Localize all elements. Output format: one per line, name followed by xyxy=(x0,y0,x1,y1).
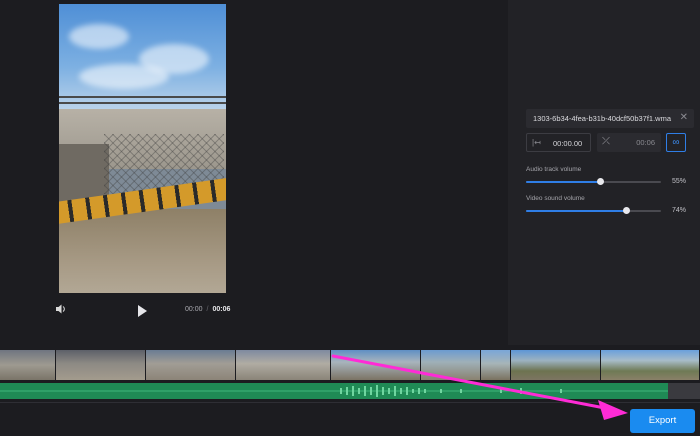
audio-volume-label: Audio track volume xyxy=(526,166,582,173)
end-time-field[interactable]: ⤫ 00:06 xyxy=(597,133,661,152)
video-volume-thumb[interactable] xyxy=(622,207,630,214)
start-time-field[interactable]: |↤ 00:00.00 xyxy=(526,133,591,152)
video-volume-value: 74% xyxy=(672,207,687,214)
audio-track-remainder xyxy=(668,383,700,399)
video-frame-thumb xyxy=(421,350,481,380)
video-track[interactable] xyxy=(0,350,700,380)
video-frame-thumb xyxy=(331,350,421,380)
audio-file-row: 1303-6b34-4fea-b31b-40dcf50b37f1.wma ✕ xyxy=(526,109,694,128)
playback-time: 00:00/00:06 xyxy=(185,306,230,313)
timeline xyxy=(0,345,700,436)
video-frame-thumb xyxy=(511,350,601,380)
speaker-icon[interactable] xyxy=(55,303,71,319)
current-time: 00:00 xyxy=(185,306,203,313)
audio-settings-panel: 1303-6b34-4fea-b31b-40dcf50b37f1.wma ✕ |… xyxy=(508,0,700,345)
close-icon[interactable]: ✕ xyxy=(680,112,688,124)
video-frame-thumb xyxy=(56,350,146,380)
audio-volume-thumb[interactable] xyxy=(597,178,605,185)
video-frame-thumb xyxy=(236,350,331,380)
total-time: 00:06 xyxy=(212,306,231,313)
video-frame-thumb xyxy=(601,350,700,380)
audio-waveform xyxy=(0,385,668,397)
video-frame-thumb xyxy=(481,350,511,380)
video-volume-label: Video sound volume xyxy=(526,195,585,202)
video-editor-app: 00:00/00:06 1303-6b34-4fea-b31b-40dcf50b… xyxy=(0,0,700,436)
trim-row: |↤ 00:00.00 ⤫ 00:06 ∞ xyxy=(526,133,694,152)
audio-track[interactable] xyxy=(0,383,668,399)
export-button[interactable]: Export xyxy=(630,409,695,433)
audio-file-name: 1303-6b34-4fea-b31b-40dcf50b37f1.wma xyxy=(533,114,672,123)
audio-volume-value: 55% xyxy=(672,178,687,185)
video-ground xyxy=(59,209,226,293)
start-time-value: 00:00.00 xyxy=(553,139,583,148)
video-frame-thumb xyxy=(0,350,56,380)
loop-button[interactable]: ∞ xyxy=(666,133,686,152)
video-frame-thumb xyxy=(146,350,236,380)
video-preview[interactable] xyxy=(59,4,226,293)
video-sky xyxy=(59,4,226,109)
play-icon[interactable] xyxy=(136,304,150,318)
trim-end-icon: ⤫ xyxy=(602,136,610,147)
audio-volume-slider[interactable] xyxy=(526,178,661,185)
preview-area: 00:00/00:06 xyxy=(0,0,508,345)
video-volume-slider[interactable] xyxy=(526,207,661,214)
trim-start-icon: |↤ xyxy=(532,138,541,147)
time-separator: / xyxy=(206,306,209,313)
end-time-value: 00:06 xyxy=(636,138,655,147)
loop-icon: ∞ xyxy=(672,137,680,148)
player-controls: 00:00/00:06 xyxy=(55,303,230,321)
